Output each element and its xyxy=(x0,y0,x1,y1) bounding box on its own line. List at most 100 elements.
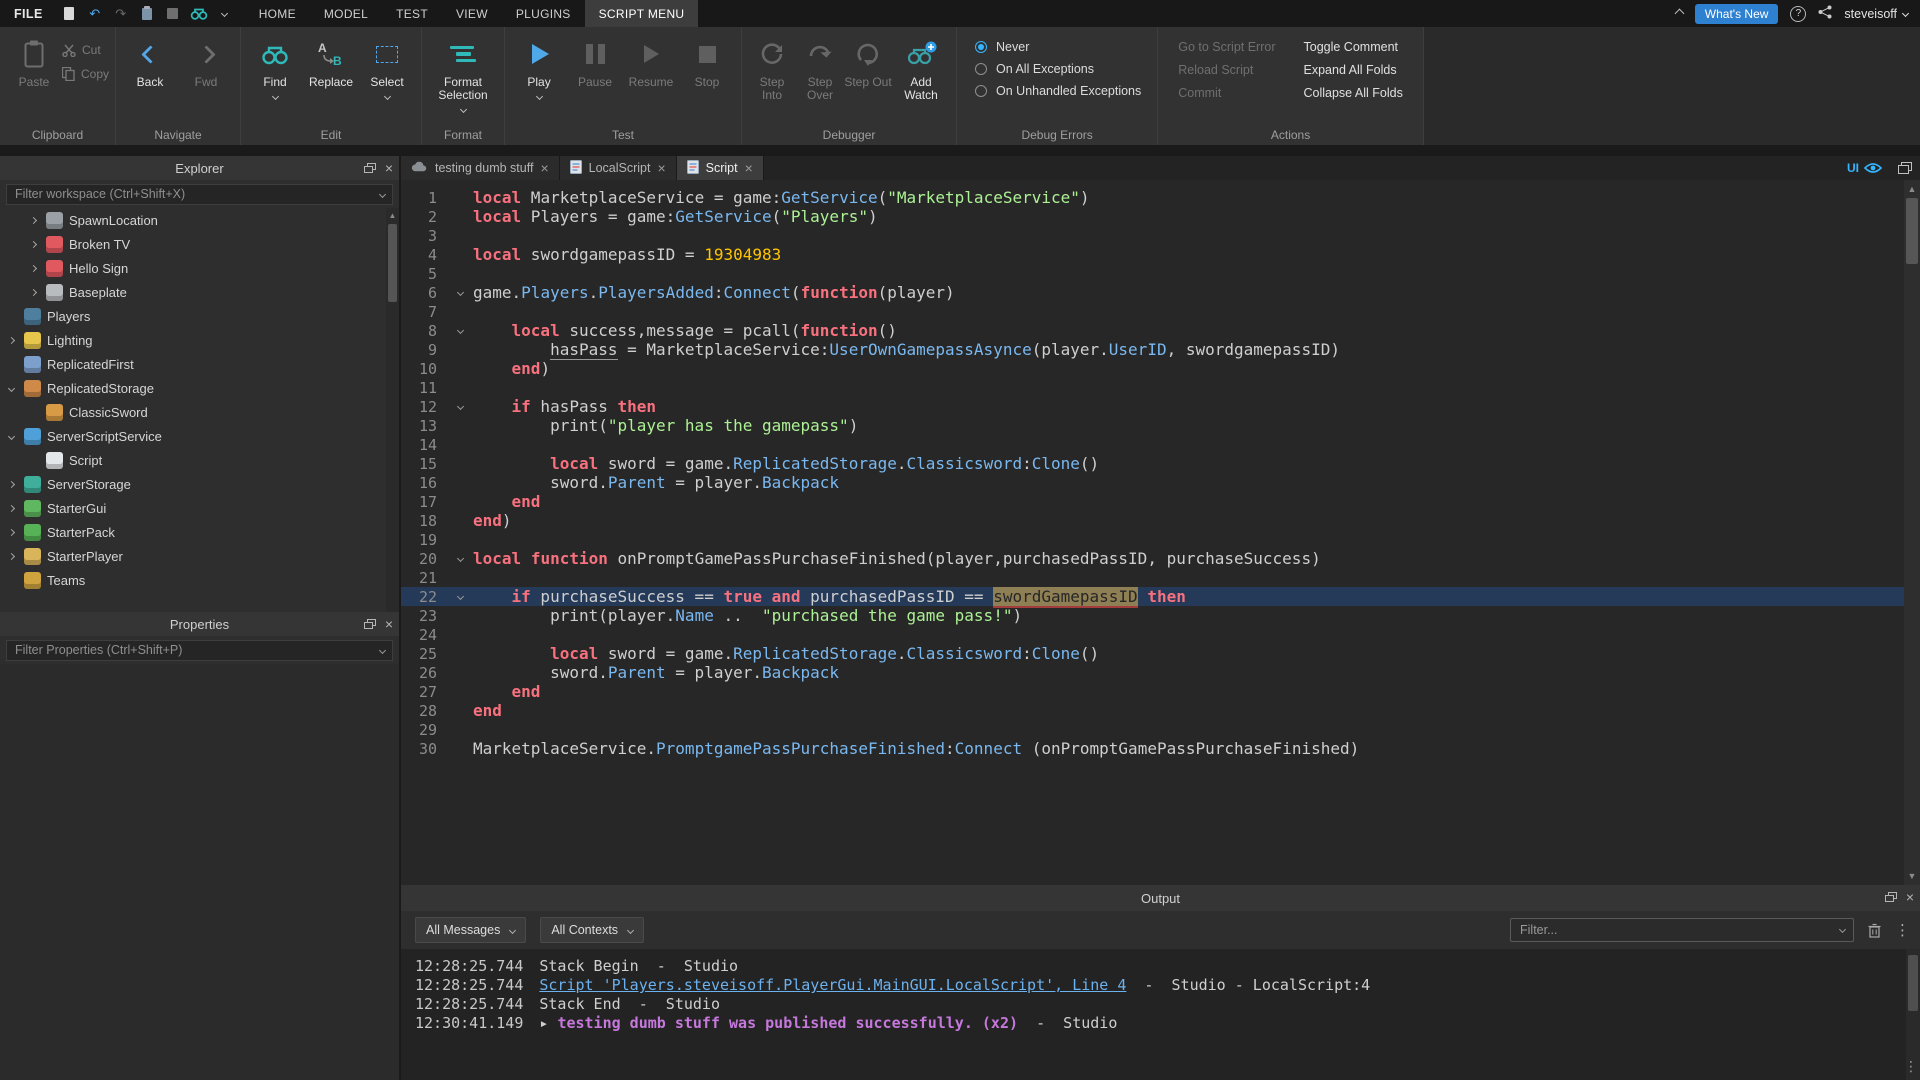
code-line-29[interactable]: 29 xyxy=(401,720,1920,739)
fold-arrow-icon[interactable] xyxy=(447,290,473,295)
editor-tab-script[interactable]: Script× xyxy=(677,156,764,180)
code-line-14[interactable]: 14 xyxy=(401,435,1920,454)
log-script-link[interactable]: Script 'Players.steveisoff.PlayerGui.Mai… xyxy=(539,976,1126,994)
code-line-15[interactable]: 15 local sword = game.ReplicatedStorage.… xyxy=(401,454,1920,473)
radio-icon[interactable] xyxy=(975,41,987,53)
debug-errors-option-never[interactable]: Never xyxy=(975,40,1141,54)
code-line-11[interactable]: 11 xyxy=(401,378,1920,397)
menu-tab-plugins[interactable]: PLUGINS xyxy=(502,0,585,27)
code-line-12[interactable]: 12 if hasPass then xyxy=(401,397,1920,416)
select-button[interactable]: Select xyxy=(359,27,415,99)
explorer-item-players[interactable]: Players xyxy=(0,304,399,328)
code-line-20[interactable]: 20local function onPromptGamePassPurchas… xyxy=(401,549,1920,568)
output-log-line[interactable]: 12:28:25.744Stack End - Studio xyxy=(415,995,1920,1014)
code-line-27[interactable]: 27 end xyxy=(401,682,1920,701)
close-panel-icon[interactable]: × xyxy=(385,617,393,631)
debug-errors-option-on-unhandled-exceptions[interactable]: On Unhandled Exceptions xyxy=(975,84,1141,98)
group-icon[interactable] xyxy=(161,0,185,27)
format-selection-dropdown-icon[interactable] xyxy=(459,106,466,113)
contexts-filter-dropdown[interactable]: All Contexts xyxy=(540,917,644,943)
step-over-button[interactable]: Step Over xyxy=(796,27,844,102)
close-tab-icon[interactable]: × xyxy=(745,161,753,175)
output-log-line[interactable]: 12:28:25.744Stack Begin - Studio xyxy=(415,957,1920,976)
fold-arrow-icon[interactable] xyxy=(447,404,473,409)
expand-arrow-icon[interactable] xyxy=(4,434,18,439)
code-line-13[interactable]: 13 print("player has the gamepass") xyxy=(401,416,1920,435)
explorer-item-replicatedstorage[interactable]: ReplicatedStorage xyxy=(0,376,399,400)
action-collapse-all-folds[interactable]: Collapse All Folds xyxy=(1304,86,1403,100)
output-log-line[interactable]: 12:30:41.149▸ testing dumb stuff was pub… xyxy=(415,1014,1920,1033)
explorer-item-script[interactable]: Script xyxy=(0,448,399,472)
close-tab-icon[interactable]: × xyxy=(657,161,665,175)
step-into-button[interactable]: Step Into xyxy=(748,27,796,102)
explorer-item-replicatedfirst[interactable]: ReplicatedFirst xyxy=(0,352,399,376)
find-button[interactable]: Find xyxy=(247,27,303,99)
explorer-item-spawnlocation[interactable]: SpawnLocation xyxy=(0,208,399,232)
code-line-5[interactable]: 5 xyxy=(401,264,1920,283)
explorer-item-starterpack[interactable]: StarterPack xyxy=(0,520,399,544)
clear-output-icon[interactable] xyxy=(1868,923,1881,938)
expand-arrow-icon[interactable] xyxy=(26,218,40,223)
expand-arrow-icon[interactable] xyxy=(4,554,18,559)
format-selection-button[interactable]: Format Selection xyxy=(428,27,498,112)
float-panel-icon[interactable] xyxy=(364,163,376,173)
float-panel-icon[interactable] xyxy=(1885,892,1897,902)
explorer-item-lighting[interactable]: Lighting xyxy=(0,328,399,352)
action-go-to-script-error[interactable]: Go to Script Error xyxy=(1178,40,1275,54)
paste-quick-icon[interactable] xyxy=(135,0,159,27)
redo-icon[interactable]: ↷ xyxy=(109,0,133,27)
user-menu[interactable]: steveisoff xyxy=(1844,7,1908,21)
expand-arrow-icon[interactable] xyxy=(4,338,18,343)
menu-tab-test[interactable]: TEST xyxy=(382,0,442,27)
code-line-2[interactable]: 2local Players = game:GetService("Player… xyxy=(401,207,1920,226)
code-line-21[interactable]: 21 xyxy=(401,568,1920,587)
collapse-ribbon-icon[interactable] xyxy=(1674,9,1684,19)
explorer-item-serverscriptservice[interactable]: ServerScriptService xyxy=(0,424,399,448)
explorer-filter-input[interactable] xyxy=(6,184,393,205)
paste-button[interactable]: Paste xyxy=(6,27,62,89)
action-toggle-comment[interactable]: Toggle Comment xyxy=(1304,40,1403,54)
scroll-up-icon[interactable]: ▲ xyxy=(386,208,399,220)
menu-tab-home[interactable]: HOME xyxy=(245,0,310,27)
fold-arrow-icon[interactable] xyxy=(447,594,473,599)
find-dropdown-icon[interactable] xyxy=(271,93,278,100)
code-line-19[interactable]: 19 xyxy=(401,530,1920,549)
explorer-item-classicsword[interactable]: ClassicSword xyxy=(0,400,399,424)
expand-arrow-icon[interactable] xyxy=(26,242,40,247)
file-menu-button[interactable]: FILE xyxy=(0,0,57,27)
close-panel-icon[interactable]: × xyxy=(385,161,393,175)
explorer-item-startergui[interactable]: StarterGui xyxy=(0,496,399,520)
expand-arrow-icon[interactable] xyxy=(4,386,18,391)
fold-arrow-icon[interactable] xyxy=(447,556,473,561)
output-scroll-thumb[interactable] xyxy=(1908,955,1918,1011)
explorer-item-serverstorage[interactable]: ServerStorage xyxy=(0,472,399,496)
code-line-22[interactable]: 22 if purchaseSuccess == true and purcha… xyxy=(401,587,1920,606)
output-log-line[interactable]: 12:28:25.744Script 'Players.steveisoff.P… xyxy=(415,976,1920,995)
add-watch-button[interactable]: Add Watch xyxy=(892,27,950,102)
copy-button[interactable]: Copy xyxy=(62,67,109,81)
step-out-button[interactable]: Step Out xyxy=(844,27,892,89)
code-editor[interactable]: 1local MarketplaceService = game:GetServ… xyxy=(401,180,1920,885)
code-line-30[interactable]: 30MarketplaceService.PromptgamePassPurch… xyxy=(401,739,1920,758)
quick-access-dropdown-icon[interactable] xyxy=(213,0,237,27)
cut-button[interactable]: Cut xyxy=(62,43,109,57)
expand-arrow-icon[interactable] xyxy=(4,530,18,535)
code-line-8[interactable]: 8 local success,message = pcall(function… xyxy=(401,321,1920,340)
editor-scroll-thumb[interactable] xyxy=(1906,198,1918,264)
stop-button[interactable]: Stop xyxy=(679,27,735,89)
action-expand-all-folds[interactable]: Expand All Folds xyxy=(1304,63,1403,77)
menu-tab-script-menu[interactable]: SCRIPT MENU xyxy=(585,0,699,27)
expand-arrow-icon[interactable] xyxy=(4,482,18,487)
whats-new-button[interactable]: What's New xyxy=(1695,4,1779,24)
play-dropdown-icon[interactable] xyxy=(535,93,542,100)
explorer-item-broken-tv[interactable]: Broken TV xyxy=(0,232,399,256)
help-icon[interactable]: ? xyxy=(1790,6,1806,22)
explorer-scroll-thumb[interactable] xyxy=(388,224,397,302)
explorer-item-hello-sign[interactable]: Hello Sign xyxy=(0,256,399,280)
code-line-6[interactable]: 6game.Players.PlayersAdded:Connect(funct… xyxy=(401,283,1920,302)
explorer-scrollbar[interactable]: ▲ xyxy=(386,208,399,612)
menu-tab-model[interactable]: MODEL xyxy=(310,0,382,27)
code-line-25[interactable]: 25 local sword = game.ReplicatedStorage.… xyxy=(401,644,1920,663)
code-line-24[interactable]: 24 xyxy=(401,625,1920,644)
code-line-18[interactable]: 18end) xyxy=(401,511,1920,530)
